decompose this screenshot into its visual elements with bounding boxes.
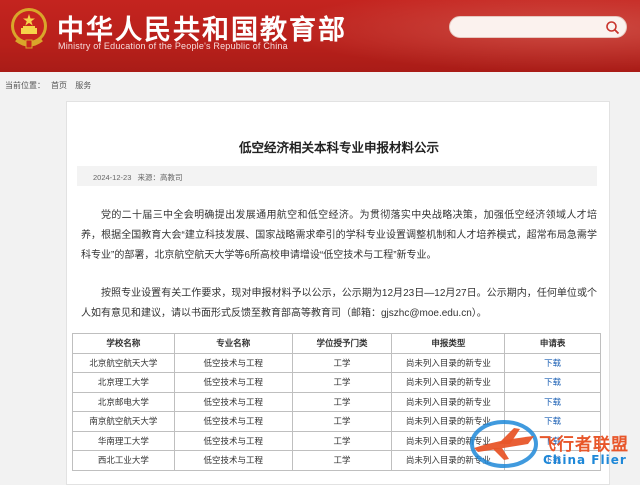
degree-category-cell: 工学 (291, 352, 393, 373)
article-paragraph-2: 按照专业设置有关工作要求，现对申报材料予以公示，公示期为12月23日—12月27… (81, 288, 597, 319)
table-header-row: 学校名称 专业名称 学位授予门类 申报类型 申请表 (72, 333, 601, 354)
search-box[interactable] (449, 16, 627, 38)
school-name-cell: 北京邮电大学 (72, 391, 175, 412)
breadcrumb-home-link[interactable]: 首页 (51, 81, 67, 90)
table-header-cell: 专业名称 (173, 333, 293, 354)
site-subtitle: Ministry of Education of the People's Re… (58, 41, 288, 51)
application-type-cell: 尚未列入目录的新专业 (391, 372, 506, 393)
table-header-cell: 学校名称 (72, 333, 175, 354)
download-cell: 下载 (504, 352, 601, 373)
article-source-label: 来源： (137, 173, 160, 182)
download-cell: 下载 (504, 372, 601, 393)
article-source: 高教司 (159, 173, 183, 182)
degree-category-cell: 工学 (291, 450, 393, 471)
major-name-cell: 低空技术与工程 (173, 450, 293, 471)
table-row: 北京航空航天大学 低空技术与工程 工学 尚未列入目录的新专业 下载 (72, 352, 601, 373)
school-name-cell: 北京航空航天大学 (72, 352, 175, 373)
download-link[interactable]: 下载 (544, 358, 561, 368)
school-name-cell: 北京理工大学 (72, 372, 175, 393)
plane-logo-icon (470, 420, 538, 468)
school-name-cell: 华南理工大学 (72, 430, 175, 451)
article-meta: 2024-12-23 来源：高教司 (77, 166, 597, 186)
breadcrumb-label: 当前位置： (5, 81, 45, 90)
degree-category-cell: 工学 (291, 411, 393, 432)
table-header-cell: 申报类型 (391, 333, 506, 354)
table-row: 北京理工大学 低空技术与工程 工学 尚未列入目录的新专业 下载 (72, 372, 601, 393)
article-title: 低空经济相关本科专业申报材料公示 (238, 141, 439, 155)
degree-category-cell: 工学 (291, 430, 393, 451)
major-name-cell: 低空技术与工程 (173, 411, 293, 432)
major-name-cell: 低空技术与工程 (173, 430, 293, 451)
watermark-logo: 飞行者联盟 China Flier (468, 398, 640, 485)
watermark-text-en: China Flier (543, 453, 627, 467)
table-header-cell: 学位授予门类 (291, 333, 393, 354)
degree-category-cell: 工学 (291, 372, 393, 393)
search-icon[interactable] (605, 20, 620, 35)
search-input[interactable] (460, 20, 600, 35)
site-header: 中华人民共和国教育部 Ministry of Education of the … (0, 0, 640, 72)
major-name-cell: 低空技术与工程 (173, 352, 293, 373)
article-date: 2024-12-23 (93, 173, 132, 182)
national-emblem-icon[interactable] (8, 6, 50, 50)
breadcrumb: 当前位置： 首页 服务 (5, 80, 91, 91)
breadcrumb-service-link[interactable]: 服务 (75, 81, 91, 90)
degree-category-cell: 工学 (291, 391, 393, 412)
application-type-cell: 尚未列入目录的新专业 (391, 352, 506, 373)
school-name-cell: 西北工业大学 (72, 450, 175, 471)
table-header-cell: 申请表 (504, 333, 601, 354)
school-name-cell: 南京航空航天大学 (72, 411, 175, 432)
major-name-cell: 低空技术与工程 (173, 372, 293, 393)
article-paragraph-1: 党的二十届三中全会明确提出发展通用航空和低空经济。为贯彻落实中央战略决策，加强低… (81, 210, 597, 261)
download-link[interactable]: 下载 (544, 377, 561, 387)
watermark-text-cn: 飞行者联盟 (539, 435, 629, 455)
major-name-cell: 低空技术与工程 (173, 391, 293, 412)
